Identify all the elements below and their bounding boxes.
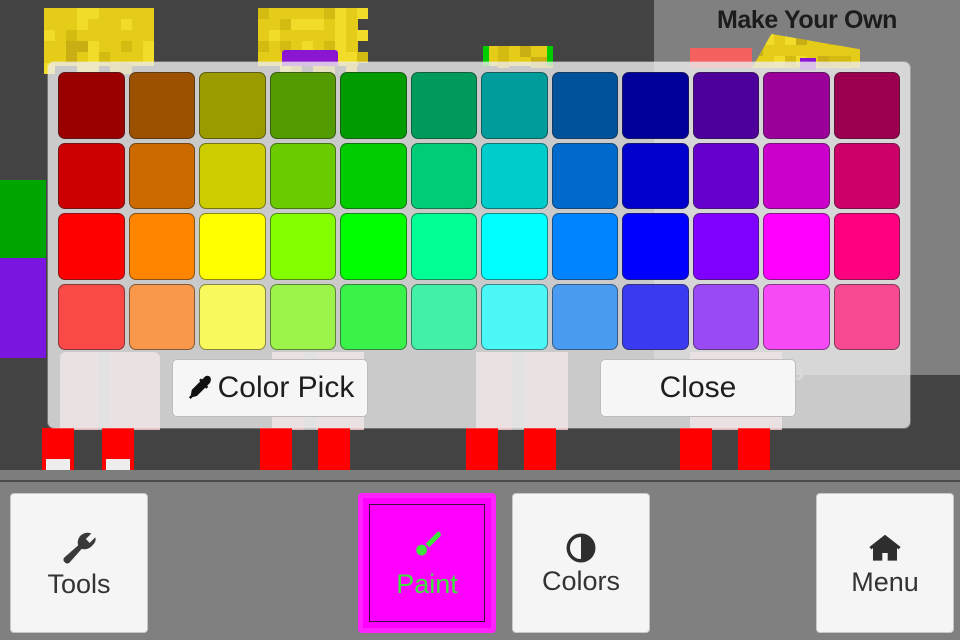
color-swatch-r2-c12[interactable] bbox=[834, 143, 901, 210]
color-swatch-r3-c3[interactable] bbox=[199, 213, 266, 280]
color-swatch-r1-c7[interactable] bbox=[481, 72, 548, 139]
color-swatch-r2-c1[interactable] bbox=[58, 143, 125, 210]
color-swatch-r4-c1[interactable] bbox=[58, 284, 125, 351]
colors-button[interactable]: Colors bbox=[512, 493, 650, 633]
color-swatch-r4-c9[interactable] bbox=[622, 284, 689, 351]
contrast-icon bbox=[564, 531, 598, 565]
color-swatch-r1-c11[interactable] bbox=[763, 72, 830, 139]
tools-label: Tools bbox=[47, 570, 110, 598]
color-swatch-r1-c9[interactable] bbox=[622, 72, 689, 139]
color-swatch-r4-c7[interactable] bbox=[481, 284, 548, 351]
color-swatch-r2-c9[interactable] bbox=[622, 143, 689, 210]
color-swatch-grid bbox=[58, 72, 900, 350]
color-swatch-r1-c5[interactable] bbox=[340, 72, 407, 139]
paintbrush-icon bbox=[408, 527, 446, 565]
color-swatch-r1-c4[interactable] bbox=[270, 72, 337, 139]
color-swatch-r2-c6[interactable] bbox=[411, 143, 478, 210]
menu-label: Menu bbox=[851, 568, 919, 596]
green-block bbox=[0, 180, 46, 258]
home-icon bbox=[867, 530, 903, 566]
color-swatch-r3-c12[interactable] bbox=[834, 213, 901, 280]
tools-button[interactable]: Tools bbox=[10, 493, 148, 633]
color-swatch-r2-c10[interactable] bbox=[693, 143, 760, 210]
page-title: Make Your Own bbox=[654, 6, 960, 35]
close-button[interactable]: Close bbox=[600, 359, 796, 417]
menu-button[interactable]: Menu bbox=[816, 493, 954, 633]
color-swatch-r4-c2[interactable] bbox=[129, 284, 196, 351]
close-label: Close bbox=[660, 371, 737, 405]
paint-button[interactable]: Paint bbox=[358, 493, 496, 633]
eyedropper-icon bbox=[186, 373, 216, 403]
color-swatch-r1-c12[interactable] bbox=[834, 72, 901, 139]
color-swatch-r2-c2[interactable] bbox=[129, 143, 196, 210]
color-swatch-r2-c5[interactable] bbox=[340, 143, 407, 210]
color-swatch-r1-c1[interactable] bbox=[58, 72, 125, 139]
paint-label: Paint bbox=[396, 569, 458, 600]
color-swatch-r1-c2[interactable] bbox=[129, 72, 196, 139]
color-swatch-r3-c10[interactable] bbox=[693, 213, 760, 280]
color-pick-label: Color Pick bbox=[218, 371, 355, 405]
color-swatch-r4-c4[interactable] bbox=[270, 284, 337, 351]
color-swatch-r4-c5[interactable] bbox=[340, 284, 407, 351]
color-swatch-r4-c10[interactable] bbox=[693, 284, 760, 351]
color-swatch-r3-c2[interactable] bbox=[129, 213, 196, 280]
wrench-icon bbox=[59, 528, 99, 568]
color-swatch-r3-c9[interactable] bbox=[622, 213, 689, 280]
bottom-toolbar: Tools Paint Colors Menu bbox=[0, 480, 960, 640]
color-palette-dialog: Color Pick Close bbox=[48, 62, 910, 428]
colors-label: Colors bbox=[542, 567, 620, 595]
color-swatch-r2-c11[interactable] bbox=[763, 143, 830, 210]
color-swatch-r2-c4[interactable] bbox=[270, 143, 337, 210]
color-swatch-r3-c6[interactable] bbox=[411, 213, 478, 280]
color-swatch-r1-c8[interactable] bbox=[552, 72, 619, 139]
color-swatch-r4-c11[interactable] bbox=[763, 284, 830, 351]
color-swatch-r1-c10[interactable] bbox=[693, 72, 760, 139]
color-swatch-r3-c1[interactable] bbox=[58, 213, 125, 280]
color-swatch-r3-c5[interactable] bbox=[340, 213, 407, 280]
color-swatch-r3-c8[interactable] bbox=[552, 213, 619, 280]
app-root: Make Your Own top bbox=[0, 0, 960, 640]
character-hair bbox=[44, 8, 154, 66]
color-swatch-r3-c4[interactable] bbox=[270, 213, 337, 280]
color-swatch-r1-c6[interactable] bbox=[411, 72, 478, 139]
color-swatch-r2-c7[interactable] bbox=[481, 143, 548, 210]
color-swatch-r4-c12[interactable] bbox=[834, 284, 901, 351]
color-swatch-r1-c3[interactable] bbox=[199, 72, 266, 139]
color-pick-button[interactable]: Color Pick bbox=[172, 359, 368, 417]
color-swatch-r3-c7[interactable] bbox=[481, 213, 548, 280]
color-swatch-r3-c11[interactable] bbox=[763, 213, 830, 280]
color-swatch-r4-c3[interactable] bbox=[199, 284, 266, 351]
color-swatch-r2-c3[interactable] bbox=[199, 143, 266, 210]
purple-block bbox=[0, 258, 46, 358]
color-swatch-r4-c6[interactable] bbox=[411, 284, 478, 351]
color-swatch-r4-c8[interactable] bbox=[552, 284, 619, 351]
color-swatch-r2-c8[interactable] bbox=[552, 143, 619, 210]
